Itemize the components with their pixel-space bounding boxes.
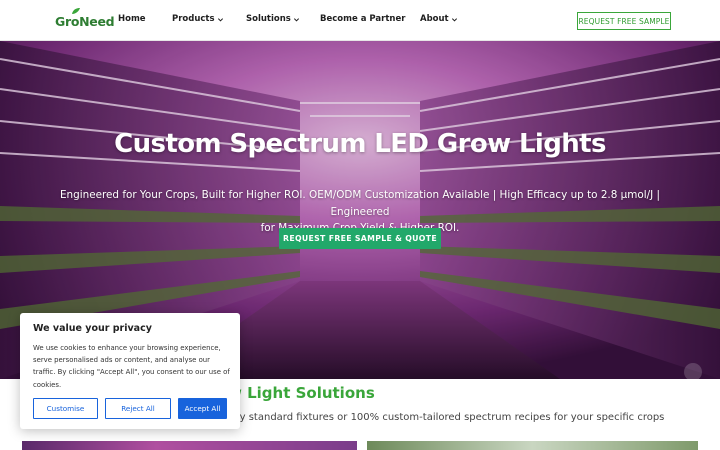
chevron-down-icon: [293, 17, 299, 21]
reject-all-button[interactable]: Reject All: [105, 398, 171, 419]
scroll-top-icon[interactable]: [684, 363, 702, 379]
logo[interactable]: GroNeed: [55, 8, 115, 30]
chevron-down-icon: [217, 17, 223, 21]
section-subtitle: acy standard fixtures or 100% custom-tai…: [228, 412, 665, 423]
product-image-right[interactable]: [367, 441, 698, 450]
nav-become-partner[interactable]: Become a Partner: [320, 14, 405, 24]
nav-home[interactable]: Home: [118, 14, 146, 24]
accept-all-button[interactable]: Accept All: [178, 398, 227, 419]
nav-solutions-label: Solutions: [246, 14, 291, 24]
product-image-left[interactable]: [22, 441, 357, 450]
site-header: GroNeed Home Products Solutions Become a…: [0, 0, 720, 41]
nav-about[interactable]: About: [420, 14, 458, 24]
chevron-down-icon: [451, 17, 457, 21]
nav-become-partner-label: Become a Partner: [320, 14, 406, 24]
cookie-consent-dialog: We value your privacy We use cookies to …: [20, 313, 240, 429]
nav-products[interactable]: Products: [172, 14, 224, 24]
cookie-text: We use cookies to enhance your browsing …: [33, 344, 230, 389]
hero-subtitle-line1: Engineered for Your Crops, Built for Hig…: [59, 189, 660, 218]
customise-button[interactable]: Customise: [33, 398, 98, 419]
hero-title: Custom Spectrum LED Grow Lights: [114, 129, 606, 159]
nav-products-label: Products: [172, 14, 215, 24]
logo-text: GroNeed: [55, 13, 115, 29]
nav-home-label: Home: [118, 14, 146, 24]
leaf-icon: [72, 8, 80, 14]
request-sample-button[interactable]: REQUEST FREE SAMPLE: [577, 12, 671, 30]
request-quote-button[interactable]: REQUEST FREE SAMPLE & QUOTE: [279, 228, 441, 249]
cookie-title: We value your privacy: [33, 323, 152, 334]
nav-solutions[interactable]: Solutions: [246, 14, 300, 24]
nav-about-label: About: [420, 14, 449, 24]
section-title: w Light Solutions: [228, 384, 375, 402]
